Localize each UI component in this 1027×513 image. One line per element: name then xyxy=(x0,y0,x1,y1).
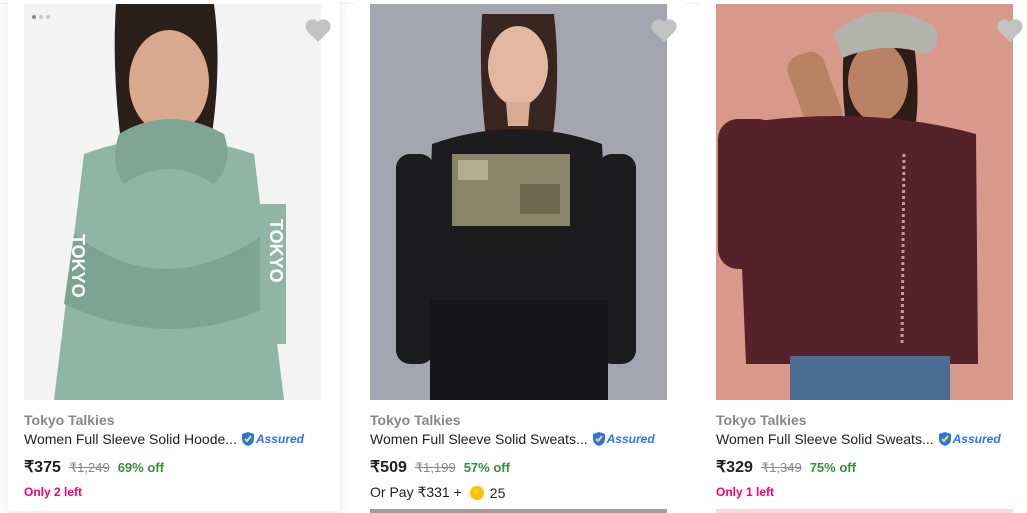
selling-price: ₹509 xyxy=(370,459,407,476)
offer-price-text: Or Pay ₹331 + xyxy=(370,484,462,500)
assured-shield-icon xyxy=(241,432,254,446)
product-title[interactable]: Women Full Sleeve Solid Sweats... xyxy=(370,431,588,447)
product-brand[interactable]: Tokyo Talkies xyxy=(716,412,807,428)
product-card[interactable]: Tokyo Talkies Women Full Sleeve Solid Sw… xyxy=(700,0,1027,513)
supercoin-offer: Or Pay ₹331 + ⚡ 25 xyxy=(370,484,505,501)
assured-badge: Assured xyxy=(591,431,655,447)
next-row-image-edge xyxy=(716,509,1013,513)
original-price: ₹1,199 xyxy=(414,460,456,475)
product-card[interactable]: TOKYO TOKYO Tokyo Talkies Women Full Sle… xyxy=(8,0,340,511)
svg-text:TOKYO: TOKYO xyxy=(266,219,286,283)
image-carousel-dots[interactable] xyxy=(32,15,50,19)
stock-status: Only 1 left xyxy=(716,485,775,499)
discount-percent: 75% off xyxy=(809,460,856,475)
wishlist-heart-icon[interactable] xyxy=(996,18,1024,44)
selling-price: ₹375 xyxy=(24,459,61,476)
assured-badge: Assured xyxy=(240,431,304,447)
supercoin-count: 25 xyxy=(489,484,506,501)
product-title[interactable]: Women Full Sleeve Solid Sweats... xyxy=(716,431,934,447)
product-image[interactable] xyxy=(370,4,667,400)
product-title[interactable]: Women Full Sleeve Solid Hoode... xyxy=(24,431,237,447)
product-brand[interactable]: Tokyo Talkies xyxy=(24,412,115,428)
stock-status: Only 2 left xyxy=(24,485,83,499)
carousel-dot[interactable] xyxy=(46,15,50,19)
selling-price: ₹329 xyxy=(716,459,753,476)
discount-percent: 57% off xyxy=(463,460,510,475)
assured-badge: Assured xyxy=(937,431,1001,447)
carousel-dot[interactable] xyxy=(39,15,43,19)
assured-shield-icon xyxy=(592,432,605,446)
supercoin-icon: ⚡ xyxy=(469,485,484,500)
assured-shield-icon xyxy=(938,432,951,446)
discount-percent: 69% off xyxy=(117,460,164,475)
product-image[interactable] xyxy=(716,4,1013,400)
product-card[interactable]: Tokyo Talkies Women Full Sleeve Solid Sw… xyxy=(354,0,686,513)
original-price: ₹1,249 xyxy=(68,460,110,475)
product-brand[interactable]: Tokyo Talkies xyxy=(370,412,461,428)
svg-text:TOKYO: TOKYO xyxy=(68,234,88,298)
product-image[interactable]: TOKYO TOKYO xyxy=(24,4,321,400)
wishlist-heart-icon[interactable] xyxy=(650,18,678,44)
wishlist-heart-icon[interactable] xyxy=(304,18,332,44)
carousel-dot[interactable] xyxy=(32,15,36,19)
next-row-image-edge xyxy=(370,509,667,513)
original-price: ₹1,349 xyxy=(760,460,802,475)
